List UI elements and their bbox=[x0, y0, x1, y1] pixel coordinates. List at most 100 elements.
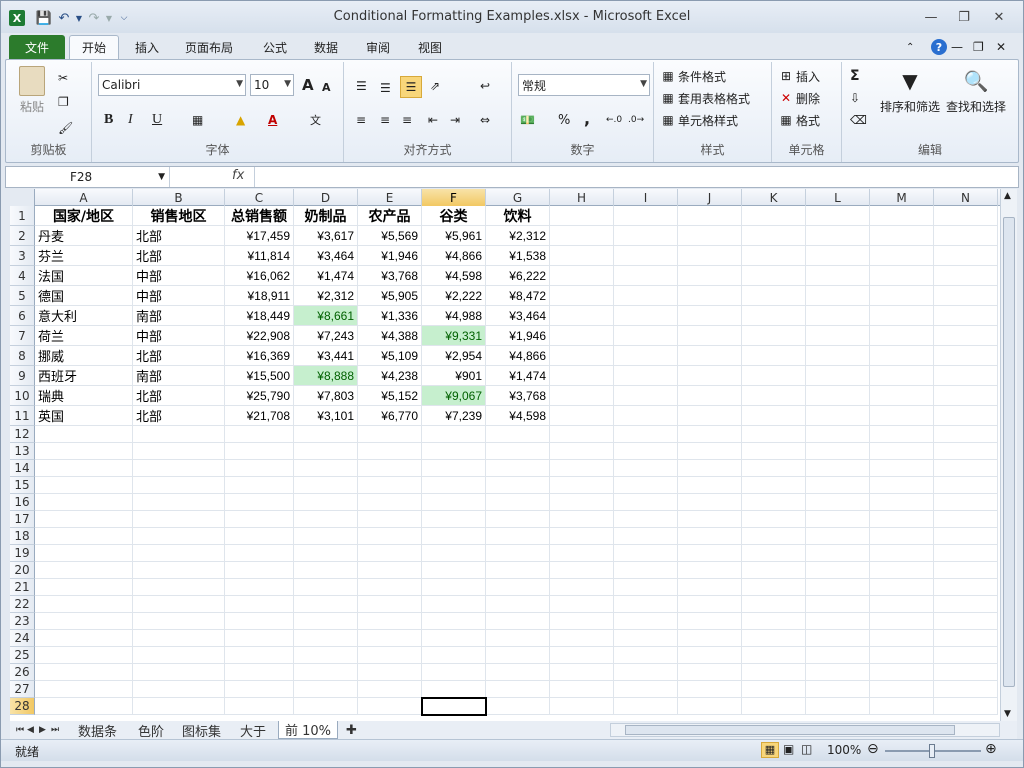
cell-e5[interactable]: ¥5,905 bbox=[358, 286, 422, 306]
cell-b7[interactable]: 中部 bbox=[133, 326, 225, 346]
cut-icon[interactable]: ✂ bbox=[58, 68, 68, 88]
cell-h3[interactable] bbox=[550, 246, 614, 266]
cell-i10[interactable] bbox=[614, 386, 678, 406]
cell-n17[interactable] bbox=[934, 511, 998, 528]
cell-b1[interactable]: 销售地区 bbox=[133, 206, 225, 226]
column-header-c[interactable]: C bbox=[225, 189, 294, 206]
formula-input[interactable] bbox=[254, 167, 1004, 187]
tab-home[interactable]: 开始 bbox=[69, 35, 119, 59]
tab-insert[interactable]: 插入 bbox=[125, 35, 169, 59]
cell-n3[interactable] bbox=[934, 246, 998, 266]
cell-c24[interactable] bbox=[225, 630, 294, 647]
cell-d10[interactable]: ¥7,803 bbox=[294, 386, 358, 406]
orientation-icon[interactable]: ⇗ bbox=[430, 76, 440, 96]
cell-m28[interactable] bbox=[870, 698, 934, 715]
horizontal-scrollbar[interactable] bbox=[610, 723, 1000, 737]
help-icon[interactable]: ? bbox=[929, 35, 949, 59]
cell-m9[interactable] bbox=[870, 366, 934, 386]
column-header-j[interactable]: J bbox=[678, 189, 742, 206]
tab-data[interactable]: 数据 bbox=[304, 35, 348, 59]
cell-c5[interactable]: ¥18,911 bbox=[225, 286, 294, 306]
row-header[interactable]: 7 bbox=[10, 326, 35, 346]
cell-d11[interactable]: ¥3,101 bbox=[294, 406, 358, 426]
prev-sheet-icon[interactable]: ◀ bbox=[24, 721, 37, 739]
cell-g4[interactable]: ¥6,222 bbox=[486, 266, 550, 286]
cell-e18[interactable] bbox=[358, 528, 422, 545]
cell-l19[interactable] bbox=[806, 545, 870, 562]
cell-i12[interactable] bbox=[614, 426, 678, 443]
cell-m6[interactable] bbox=[870, 306, 934, 326]
sheet-tab-data-bars[interactable]: 数据条 bbox=[72, 721, 123, 740]
cell-n22[interactable] bbox=[934, 596, 998, 613]
increase-decimal-icon[interactable]: ←.0 bbox=[606, 110, 622, 130]
cell-g25[interactable] bbox=[486, 647, 550, 664]
cell-d14[interactable] bbox=[294, 460, 358, 477]
cell-i20[interactable] bbox=[614, 562, 678, 579]
cell-c15[interactable] bbox=[225, 477, 294, 494]
cell-a18[interactable] bbox=[35, 528, 133, 545]
cell-e9[interactable]: ¥4,238 bbox=[358, 366, 422, 386]
cell-e19[interactable] bbox=[358, 545, 422, 562]
cell-i5[interactable] bbox=[614, 286, 678, 306]
cell-l2[interactable] bbox=[806, 226, 870, 246]
cell-e12[interactable] bbox=[358, 426, 422, 443]
cell-f15[interactable] bbox=[422, 477, 486, 494]
cell-c9[interactable]: ¥15,500 bbox=[225, 366, 294, 386]
cell-l1[interactable] bbox=[806, 206, 870, 226]
cell-a14[interactable] bbox=[35, 460, 133, 477]
cell-h14[interactable] bbox=[550, 460, 614, 477]
cell-m16[interactable] bbox=[870, 494, 934, 511]
cell-d22[interactable] bbox=[294, 596, 358, 613]
cell-g12[interactable] bbox=[486, 426, 550, 443]
cell-n19[interactable] bbox=[934, 545, 998, 562]
cell-h9[interactable] bbox=[550, 366, 614, 386]
cell-h13[interactable] bbox=[550, 443, 614, 460]
cell-c2[interactable]: ¥17,459 bbox=[225, 226, 294, 246]
cell-k5[interactable] bbox=[742, 286, 806, 306]
cell-m26[interactable] bbox=[870, 664, 934, 681]
cell-j21[interactable] bbox=[678, 579, 742, 596]
cell-n1[interactable] bbox=[934, 206, 998, 226]
cell-i7[interactable] bbox=[614, 326, 678, 346]
cell-d18[interactable] bbox=[294, 528, 358, 545]
cell-l7[interactable] bbox=[806, 326, 870, 346]
cell-i1[interactable] bbox=[614, 206, 678, 226]
cell-l13[interactable] bbox=[806, 443, 870, 460]
cell-h23[interactable] bbox=[550, 613, 614, 630]
font-color-icon[interactable]: A bbox=[268, 110, 277, 130]
cell-j13[interactable] bbox=[678, 443, 742, 460]
cell-j14[interactable] bbox=[678, 460, 742, 477]
cell-b28[interactable] bbox=[133, 698, 225, 715]
cell-h21[interactable] bbox=[550, 579, 614, 596]
column-header-f[interactable]: F bbox=[422, 189, 486, 206]
sheet-tab-icon-sets[interactable]: 图标集 bbox=[176, 721, 227, 740]
fill-icon[interactable]: ⇩ bbox=[850, 88, 860, 108]
cell-a5[interactable]: 德国 bbox=[35, 286, 133, 306]
zoom-out-icon[interactable]: ⊖ bbox=[867, 741, 879, 757]
cell-k14[interactable] bbox=[742, 460, 806, 477]
cell-a15[interactable] bbox=[35, 477, 133, 494]
cell-f19[interactable] bbox=[422, 545, 486, 562]
decrease-decimal-icon[interactable]: .0→ bbox=[628, 110, 644, 130]
cell-f13[interactable] bbox=[422, 443, 486, 460]
cell-m4[interactable] bbox=[870, 266, 934, 286]
cell-d28[interactable] bbox=[294, 698, 358, 715]
cell-e14[interactable] bbox=[358, 460, 422, 477]
cell-k12[interactable] bbox=[742, 426, 806, 443]
cell-m21[interactable] bbox=[870, 579, 934, 596]
cell-f9[interactable]: ¥901 bbox=[422, 366, 486, 386]
cell-l10[interactable] bbox=[806, 386, 870, 406]
format-as-table-button[interactable]: ▦ 套用表格格式 bbox=[660, 88, 750, 108]
cell-l16[interactable] bbox=[806, 494, 870, 511]
cell-l8[interactable] bbox=[806, 346, 870, 366]
cell-n20[interactable] bbox=[934, 562, 998, 579]
cell-k20[interactable] bbox=[742, 562, 806, 579]
cell-j3[interactable] bbox=[678, 246, 742, 266]
cell-g8[interactable]: ¥4,866 bbox=[486, 346, 550, 366]
cell-l17[interactable] bbox=[806, 511, 870, 528]
last-sheet-icon[interactable]: ⏭ bbox=[48, 721, 62, 739]
cell-g17[interactable] bbox=[486, 511, 550, 528]
cell-j23[interactable] bbox=[678, 613, 742, 630]
find-select-button[interactable]: 🔍 查找和选择 bbox=[946, 66, 1006, 122]
underline-button[interactable]: U bbox=[152, 110, 162, 130]
